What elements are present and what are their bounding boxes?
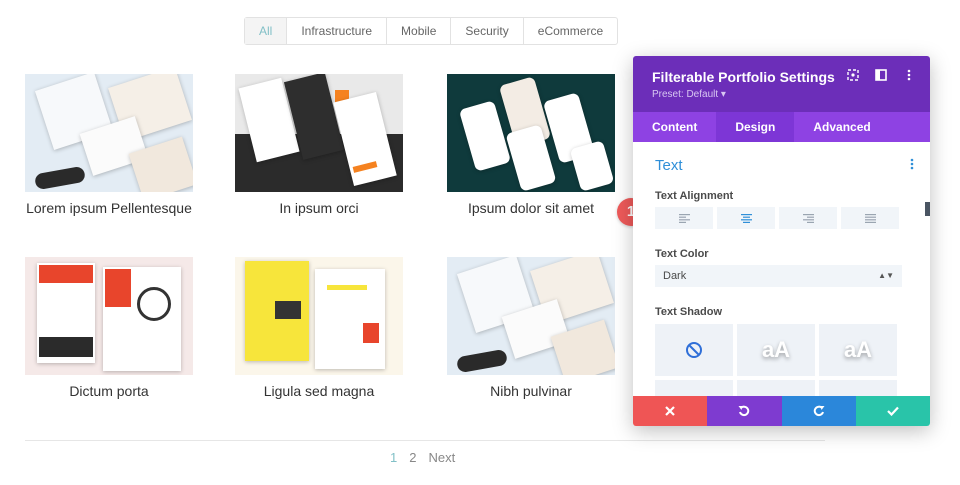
portfolio-title: Ipsum dolor sit amet bbox=[467, 200, 595, 216]
undo-button[interactable] bbox=[707, 396, 782, 426]
panel-scrollbar[interactable] bbox=[925, 202, 930, 216]
portfolio-item[interactable]: Lorem ipsum Pellentesque bbox=[25, 74, 193, 216]
filter-infrastructure[interactable]: Infrastructure bbox=[286, 18, 386, 44]
text-color-select[interactable]: Dark ▲▼ bbox=[655, 265, 902, 287]
pagination: 1 2 Next bbox=[390, 450, 455, 465]
panel-body: Text Text Alignment Text Color Dark ▲▼ T… bbox=[633, 142, 930, 396]
save-button[interactable] bbox=[855, 396, 930, 426]
portfolio-filter-bar: All Infrastructure Mobile Security eComm… bbox=[244, 17, 619, 45]
portfolio-thumbnail[interactable] bbox=[235, 74, 403, 192]
sidebar-toggle-icon[interactable] bbox=[874, 69, 888, 84]
redo-icon bbox=[813, 405, 825, 417]
portfolio-item[interactable]: In ipsum orci bbox=[235, 74, 403, 216]
filter-security[interactable]: Security bbox=[450, 18, 522, 44]
next-page-link[interactable]: Next bbox=[428, 450, 455, 465]
panel-tabs: Content Design Advanced bbox=[633, 112, 930, 142]
undo-icon bbox=[738, 405, 750, 417]
portfolio-item[interactable]: Ipsum dolor sit amet bbox=[447, 74, 615, 216]
align-left-icon bbox=[678, 213, 690, 223]
portfolio-title: Nibh pulvinar bbox=[490, 383, 572, 399]
more-vertical-icon[interactable] bbox=[902, 69, 916, 84]
text-alignment-options bbox=[655, 207, 899, 229]
align-right-button[interactable] bbox=[779, 207, 837, 229]
shadow-preset-4[interactable] bbox=[737, 380, 815, 396]
text-color-label: Text Color bbox=[655, 248, 709, 260]
portfolio-thumbnail[interactable] bbox=[25, 74, 193, 192]
shadow-none-option[interactable] bbox=[655, 324, 733, 376]
target-icon[interactable] bbox=[846, 69, 860, 84]
shadow-preset-3[interactable] bbox=[655, 380, 733, 396]
portfolio-title: Lorem ipsum Pellentesque bbox=[26, 200, 192, 216]
tab-content[interactable]: Content bbox=[633, 112, 716, 142]
tab-design[interactable]: Design bbox=[716, 112, 795, 142]
align-right-icon bbox=[802, 213, 814, 223]
panel-title: Filterable Portfolio Settings bbox=[652, 69, 835, 85]
filter-mobile[interactable]: Mobile bbox=[386, 18, 450, 44]
tab-advanced[interactable]: Advanced bbox=[794, 112, 889, 142]
shadow-preset-2[interactable]: aA bbox=[819, 324, 897, 376]
no-shadow-icon bbox=[686, 342, 702, 358]
portfolio-item[interactable]: Dictum porta bbox=[25, 257, 193, 399]
align-justify-icon bbox=[864, 213, 876, 223]
align-left-button[interactable] bbox=[655, 207, 713, 229]
portfolio-item[interactable]: Nibh pulvinar bbox=[447, 257, 615, 399]
cancel-button[interactable] bbox=[633, 396, 708, 426]
panel-footer bbox=[633, 396, 930, 426]
portfolio-thumbnail[interactable] bbox=[447, 74, 615, 192]
portfolio-title: Ligula sed magna bbox=[263, 383, 375, 399]
page-2-link[interactable]: 2 bbox=[409, 450, 416, 465]
portfolio-title: Dictum porta bbox=[69, 383, 149, 399]
filter-all[interactable]: All bbox=[245, 18, 287, 44]
section-more-icon[interactable] bbox=[910, 158, 914, 173]
pagination-divider bbox=[25, 440, 825, 441]
align-center-icon bbox=[740, 213, 752, 223]
filter-ecommerce[interactable]: eCommerce bbox=[522, 18, 617, 44]
text-color-value: Dark bbox=[663, 270, 687, 282]
text-shadow-presets: aA aA bbox=[655, 324, 897, 396]
portfolio-thumbnail[interactable] bbox=[235, 257, 403, 375]
portfolio-thumbnail[interactable] bbox=[25, 257, 193, 375]
portfolio-title: In ipsum orci bbox=[279, 200, 359, 216]
section-title[interactable]: Text bbox=[655, 157, 683, 174]
panel-header: Filterable Portfolio Settings Preset: De… bbox=[633, 56, 930, 112]
shadow-preset-1[interactable]: aA bbox=[737, 324, 815, 376]
align-center-button[interactable] bbox=[717, 207, 775, 229]
portfolio-thumbnail[interactable] bbox=[447, 257, 615, 375]
check-icon bbox=[887, 406, 899, 416]
text-alignment-label: Text Alignment bbox=[655, 190, 734, 202]
close-icon bbox=[665, 406, 675, 416]
select-arrows-icon: ▲▼ bbox=[878, 271, 894, 280]
portfolio-item[interactable]: Ligula sed magna bbox=[235, 257, 403, 399]
text-shadow-label: Text Shadow bbox=[655, 306, 723, 318]
align-justify-button[interactable] bbox=[841, 207, 899, 229]
page-1-link[interactable]: 1 bbox=[390, 450, 397, 465]
redo-button[interactable] bbox=[781, 396, 856, 426]
shadow-preset-5[interactable] bbox=[819, 380, 897, 396]
settings-panel: Filterable Portfolio Settings Preset: De… bbox=[633, 56, 930, 426]
preset-dropdown[interactable]: Preset: Default ▾ bbox=[652, 89, 726, 100]
